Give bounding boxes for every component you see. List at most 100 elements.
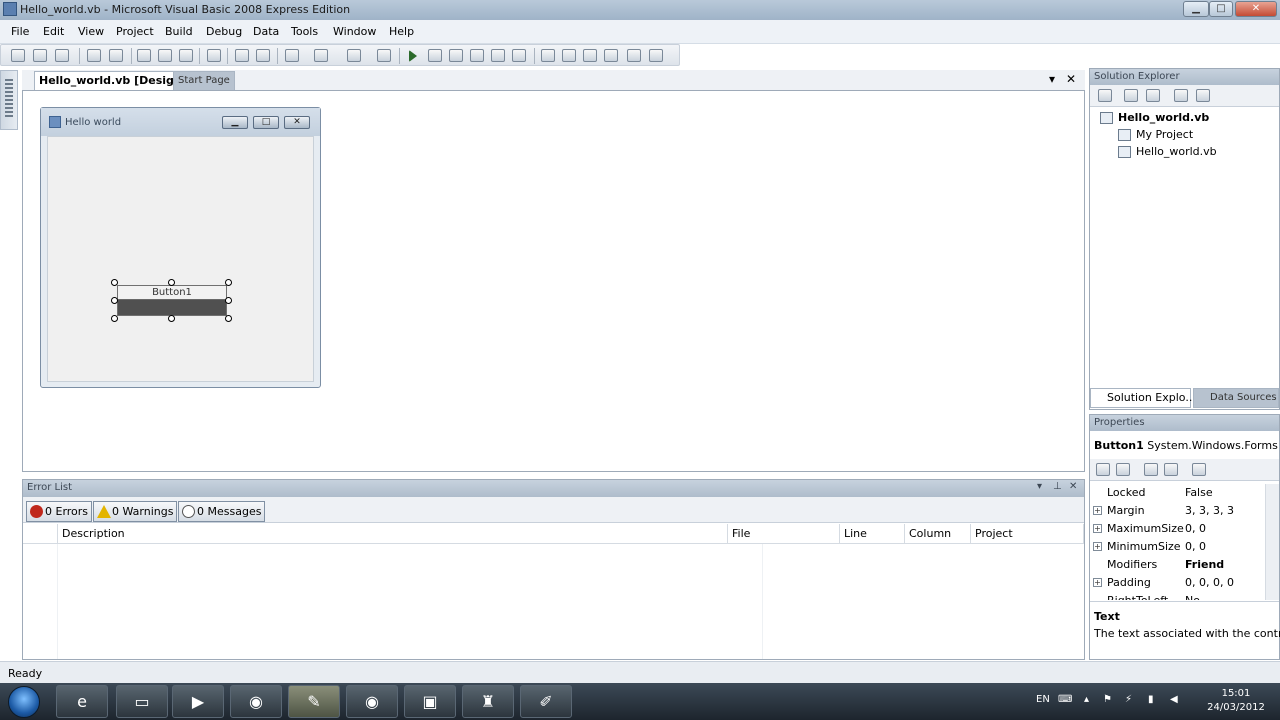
resize-handle[interactable] bbox=[225, 315, 232, 322]
navigate-backward-icon[interactable] bbox=[347, 49, 361, 62]
step-over-icon[interactable] bbox=[491, 49, 505, 62]
properties-view-icon[interactable] bbox=[1144, 463, 1158, 476]
properties-icon[interactable] bbox=[1098, 89, 1112, 102]
menu-project[interactable]: Project bbox=[116, 25, 154, 38]
volume-icon[interactable]: ◀ bbox=[1170, 694, 1178, 705]
menu-edit[interactable]: Edit bbox=[43, 25, 64, 38]
pin-icon[interactable]: ⊥ bbox=[1053, 481, 1062, 492]
column-header-icon[interactable] bbox=[23, 524, 58, 544]
tab-start-page[interactable]: Start Page bbox=[173, 71, 235, 90]
view-designer-icon[interactable] bbox=[1196, 89, 1210, 102]
tab-dropdown-icon[interactable]: ▾ bbox=[1049, 72, 1055, 86]
property-value[interactable]: 0, 0, 0, 0 bbox=[1185, 574, 1234, 592]
language-indicator[interactable]: EN bbox=[1036, 694, 1050, 705]
menu-tools[interactable]: Tools bbox=[291, 25, 318, 38]
resize-handle[interactable] bbox=[111, 315, 118, 322]
close-button[interactable]: ✕ bbox=[1235, 1, 1277, 17]
undo-icon[interactable] bbox=[285, 49, 299, 62]
property-value[interactable]: No bbox=[1185, 592, 1200, 600]
property-grid-scrollbar[interactable] bbox=[1265, 484, 1279, 600]
step-into-icon[interactable] bbox=[470, 49, 484, 62]
panel-close-icon[interactable]: ✕ bbox=[1069, 481, 1077, 492]
expand-icon[interactable]: + bbox=[1093, 542, 1102, 551]
tab-close-icon[interactable]: ✕ bbox=[1066, 72, 1076, 86]
property-pages-icon[interactable] bbox=[1192, 463, 1206, 476]
tab-solution-explorer[interactable]: Solution Explo... bbox=[1090, 388, 1196, 408]
new-project-icon[interactable] bbox=[11, 49, 25, 62]
uncomment-icon[interactable] bbox=[256, 49, 270, 62]
panel-dropdown-icon[interactable]: ▾ bbox=[1037, 481, 1042, 492]
comment-icon[interactable] bbox=[235, 49, 249, 62]
network-icon[interactable]: ▮ bbox=[1148, 694, 1154, 705]
property-row[interactable]: + MaximumSize 0, 0 bbox=[1090, 520, 1265, 538]
usb-icon[interactable]: ⚡ bbox=[1125, 694, 1132, 705]
toolbox-icon[interactable] bbox=[604, 49, 618, 62]
file-explorer-icon[interactable]: ▭ bbox=[116, 685, 168, 718]
column-header-line[interactable]: Line bbox=[840, 524, 905, 544]
object-selector[interactable]: Button1 System.Windows.Forms.I bbox=[1090, 435, 1279, 457]
stop-icon[interactable] bbox=[449, 49, 463, 62]
menu-build[interactable]: Build bbox=[165, 25, 193, 38]
property-row[interactable]: Locked False bbox=[1090, 484, 1265, 502]
clock[interactable]: 15:01 24/03/2012 bbox=[1204, 687, 1268, 715]
menu-help[interactable]: Help bbox=[389, 25, 414, 38]
menu-data[interactable]: Data bbox=[253, 25, 279, 38]
open-file-icon[interactable] bbox=[33, 49, 47, 62]
save-icon[interactable] bbox=[87, 49, 101, 62]
property-row[interactable]: + Padding 0, 0, 0, 0 bbox=[1090, 574, 1265, 592]
messages-filter-button[interactable]: 0 Messages bbox=[178, 501, 266, 522]
tree-item-my-project[interactable]: My Project bbox=[1118, 128, 1193, 141]
alphabetical-icon[interactable] bbox=[1116, 463, 1130, 476]
properties-window-icon[interactable] bbox=[562, 49, 576, 62]
button1-control[interactable]: Button1 bbox=[117, 285, 227, 316]
form-window[interactable]: Hello world ▁ □ ✕ bbox=[40, 107, 321, 388]
menu-view[interactable]: View bbox=[78, 25, 104, 38]
resize-handle[interactable] bbox=[111, 279, 118, 286]
property-value[interactable]: 0, 0 bbox=[1185, 520, 1206, 538]
property-row[interactable]: Modifiers Friend bbox=[1090, 556, 1265, 574]
start-page-icon[interactable] bbox=[627, 49, 641, 62]
property-value[interactable]: False bbox=[1185, 484, 1213, 502]
expand-icon[interactable]: + bbox=[1093, 524, 1102, 533]
solution-explorer-icon[interactable] bbox=[541, 49, 555, 62]
paste-icon[interactable] bbox=[179, 49, 193, 62]
maximize-button[interactable]: □ bbox=[1209, 1, 1233, 17]
action-center-flag-icon[interactable]: ⚑ bbox=[1103, 694, 1112, 705]
resize-handle[interactable] bbox=[225, 297, 232, 304]
app-icon[interactable]: ♜ bbox=[462, 685, 514, 718]
find-icon[interactable] bbox=[207, 49, 221, 62]
property-row[interactable]: + Margin 3, 3, 3, 3 bbox=[1090, 502, 1265, 520]
internet-explorer-icon[interactable]: e bbox=[56, 685, 108, 718]
firefox-window-icon[interactable]: ◉ bbox=[346, 685, 398, 718]
start-debugging-icon[interactable] bbox=[409, 50, 417, 62]
navigate-forward-icon[interactable] bbox=[377, 49, 391, 62]
save-all-icon[interactable] bbox=[109, 49, 123, 62]
show-all-files-icon[interactable] bbox=[1124, 89, 1138, 102]
tree-item-form-file[interactable]: Hello_world.vb bbox=[1118, 145, 1217, 158]
show-hidden-icons-icon[interactable]: ▴ bbox=[1084, 694, 1089, 705]
start-button[interactable] bbox=[8, 686, 40, 718]
tab-data-sources[interactable]: Data Sources bbox=[1193, 388, 1279, 408]
resize-handle[interactable] bbox=[111, 297, 118, 304]
add-item-icon[interactable] bbox=[55, 49, 69, 62]
categorized-icon[interactable] bbox=[1096, 463, 1110, 476]
media-player-icon[interactable]: ▶ bbox=[172, 685, 224, 718]
visual-basic-icon[interactable]: ▣ bbox=[404, 685, 456, 718]
form-client-area[interactable] bbox=[47, 136, 314, 382]
refresh-icon[interactable] bbox=[1146, 89, 1160, 102]
resize-handle[interactable] bbox=[225, 279, 232, 286]
pause-icon[interactable] bbox=[428, 49, 442, 62]
object-browser-icon[interactable] bbox=[583, 49, 597, 62]
property-row[interactable]: RightToLeft No bbox=[1090, 592, 1265, 600]
menu-file[interactable]: File bbox=[11, 25, 29, 38]
expand-icon[interactable]: + bbox=[1093, 506, 1102, 515]
errors-filter-button[interactable]: 0 Errors bbox=[26, 501, 93, 522]
column-header-file[interactable]: File bbox=[728, 524, 840, 544]
paint-icon[interactable]: ✎ bbox=[288, 685, 340, 718]
property-value[interactable]: Friend bbox=[1185, 556, 1224, 574]
view-code-icon[interactable] bbox=[1174, 89, 1188, 102]
property-value[interactable]: 3, 3, 3, 3 bbox=[1185, 502, 1234, 520]
expand-icon[interactable]: + bbox=[1093, 578, 1102, 587]
resize-handle[interactable] bbox=[168, 279, 175, 286]
toolbox-tab[interactable] bbox=[0, 70, 18, 130]
